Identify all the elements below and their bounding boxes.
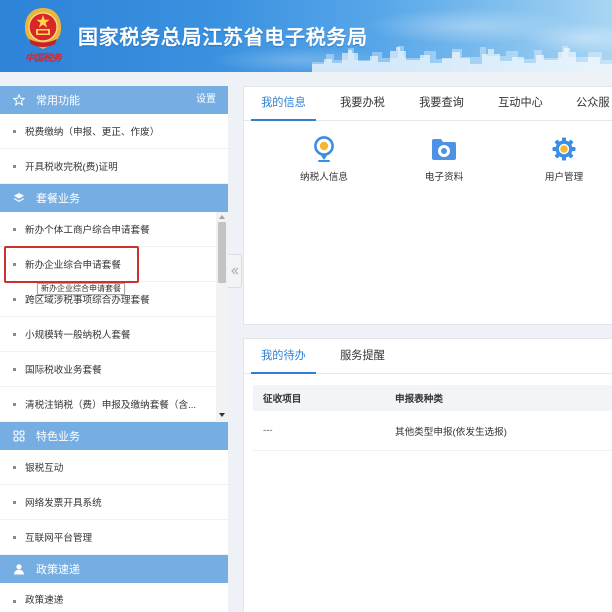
scroll-up-icon[interactable] [218, 213, 226, 221]
sidebar-item-online-invoice[interactable]: 网络发票开具系统 [0, 485, 228, 520]
tab-my-info[interactable]: 我的信息 [244, 87, 323, 121]
shortcut-electronic-documents[interactable]: 电子资料 [399, 135, 489, 185]
table-header-row: 征收项目 申报表种类 [253, 385, 612, 411]
sidebar-item-label: 互联网平台管理 [25, 533, 93, 544]
sidebar-collapse-button[interactable] [228, 254, 242, 288]
section-header-packages[interactable]: 套餐业务 [0, 184, 228, 212]
section-title: 常用功能 [36, 95, 80, 107]
sidebar-item-label: 小规模转一般纳税人套餐 [25, 330, 131, 341]
table-cell: --- [263, 425, 273, 436]
sidebar: 常用功能 设置 税费缴纳（申报、更正、作废） 开具税收完税(费)证明 套餐业务 … [0, 86, 228, 612]
sidebar-item-label: 新办企业综合申请套餐 [25, 260, 121, 271]
todo-table: 征收项目 申报表种类 --- 其他类型申报(依发生选报) [253, 385, 612, 451]
bullet [13, 535, 16, 539]
star-icon [13, 94, 25, 106]
sidebar-item-label: 税费缴纳（申报、更正、作废） [25, 127, 160, 138]
sidebar-item-deregistration-package[interactable]: 清税注销税（费）申报及缴纳套餐（含... [0, 387, 216, 422]
bullet [13, 599, 16, 603]
sidebar-item-tax-certificate[interactable]: 开具税收完税(费)证明 [0, 149, 228, 184]
gear-icon [550, 135, 578, 163]
item-tooltip: 新办企业综合申请套餐 [37, 283, 125, 295]
bullet [13, 465, 16, 469]
scrollbar-thumb[interactable] [218, 222, 226, 283]
column-header-collection-item: 征收项目 [263, 394, 302, 405]
table-row[interactable]: --- 其他类型申报(依发生选报) [253, 411, 612, 451]
bullet [13, 402, 16, 406]
sidebar-item-tax-payment[interactable]: 税费缴纳（申报、更正、作废） [0, 114, 228, 149]
sidebar-item-new-individual-package[interactable]: 新办个体工商户综合申请套餐 [0, 212, 216, 247]
sidebar-item-label: 政策速递 [25, 595, 64, 606]
tab-my-todo[interactable]: 我的待办 [244, 339, 323, 374]
tab-tax-handling[interactable]: 我要办税 [323, 87, 402, 120]
info-tabs: 我的信息 我要办税 我要查询 互动中心 公众服 [244, 87, 612, 121]
tab-query[interactable]: 我要查询 [402, 87, 481, 120]
sidebar-item-bank-tax-interaction[interactable]: 银税互动 [0, 450, 228, 485]
shortcut-taxpayer-info[interactable]: 纳税人信息 [279, 135, 369, 185]
sidebar-item-new-enterprise-package[interactable]: 新办企业综合申请套餐 [0, 247, 216, 282]
double-chevron-left-icon [230, 267, 239, 275]
my-info-panel: 我的信息 我要办税 我要查询 互动中心 公众服 纳税人信息 电子资料 用户管理 [243, 86, 612, 325]
scrollbar[interactable] [216, 212, 228, 422]
section-title: 套餐业务 [36, 193, 80, 205]
shortcut-label: 纳税人信息 [300, 172, 348, 183]
section-header-policy[interactable]: 政策速递 [0, 555, 228, 583]
city-skyline [312, 46, 612, 72]
tax-portal-page: 中国税务 国家税务总局江苏省电子税务局 常用功能 设置 税费缴纳（申报、更正、作… [0, 0, 612, 612]
bullet [13, 129, 16, 133]
shortcut-user-management[interactable]: 用户管理 [519, 135, 609, 185]
settings-link[interactable]: 设置 [196, 86, 216, 114]
todo-panel: 我的待办 服务提醒 征收项目 申报表种类 --- 其他类型申报(依发生选报) [243, 338, 612, 612]
package-list: 新办个体工商户综合申请套餐 新办企业综合申请套餐 跨区域涉税事项综合办理套餐 小… [0, 212, 228, 422]
bullet [13, 164, 16, 168]
sidebar-item-label: 国际税收业务套餐 [25, 365, 102, 376]
shortcut-label: 用户管理 [544, 172, 584, 183]
folder-icon [430, 135, 458, 163]
logo-caption: 中国税务 [24, 53, 62, 64]
sidebar-item-international-tax-package[interactable]: 国际税收业务套餐 [0, 352, 216, 387]
tab-public-service[interactable]: 公众服 [560, 87, 612, 120]
section-title: 特色业务 [36, 431, 80, 443]
sidebar-item-label: 银税互动 [25, 463, 64, 474]
shortcut-label: 电子资料 [424, 172, 464, 183]
tab-service-reminder[interactable]: 服务提醒 [323, 339, 402, 373]
todo-tabs: 我的待办 服务提醒 [244, 339, 612, 374]
section-title: 政策速递 [36, 564, 80, 576]
sidebar-item-label: 新办个体工商户综合申请套餐 [25, 225, 150, 236]
grid-icon [13, 430, 25, 442]
sidebar-item-policy-news[interactable]: 政策速递 [0, 583, 228, 612]
sidebar-item-label: 清税注销税（费）申报及缴纳套餐（含... [25, 400, 197, 411]
tab-interaction-center[interactable]: 互动中心 [481, 87, 560, 120]
sidebar-item-label: 开具税收完税(费)证明 [25, 162, 118, 173]
layers-icon [13, 192, 25, 204]
site-header: 中国税务 国家税务总局江苏省电子税务局 [0, 0, 612, 72]
sidebar-item-label: 网络发票开具系统 [25, 498, 102, 509]
sidebar-item-small-to-general-package[interactable]: 小规模转一般纳税人套餐 [0, 317, 216, 352]
bullet [13, 500, 16, 504]
bullet [13, 227, 16, 231]
bullet [13, 262, 16, 266]
column-header-declaration-type: 申报表种类 [395, 394, 443, 405]
bullet [13, 297, 16, 301]
bullet [13, 367, 16, 371]
section-header-featured[interactable]: 特色业务 [0, 422, 228, 450]
scroll-down-icon[interactable] [218, 411, 226, 419]
taxpayer-info-icon [310, 135, 338, 163]
user-icon [13, 563, 25, 575]
section-header-common[interactable]: 常用功能 设置 [0, 86, 228, 114]
table-cell: 其他类型申报(依发生选报) [395, 426, 507, 438]
bullet [13, 332, 16, 336]
tax-emblem-icon[interactable] [20, 6, 66, 52]
shortcut-grid: 纳税人信息 电子资料 用户管理 [279, 135, 609, 185]
sidebar-item-internet-platform[interactable]: 互联网平台管理 [0, 520, 228, 555]
